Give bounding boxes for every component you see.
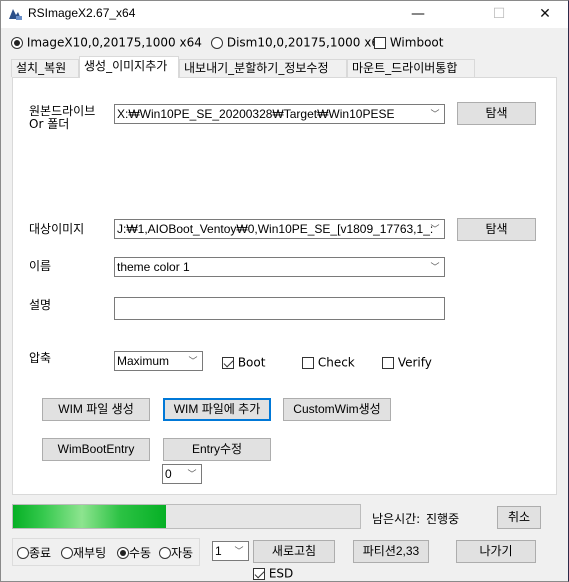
create-wim-button[interactable]: WIM 파일 생성 bbox=[42, 398, 150, 421]
tab-install-restore[interactable]: 설치_복원 bbox=[11, 59, 79, 77]
radio-indicator bbox=[61, 546, 73, 559]
progress-bar bbox=[12, 504, 361, 529]
radio-label: 재부팅 bbox=[73, 546, 107, 560]
count-value: 1 bbox=[215, 544, 222, 558]
verify-label: Verify bbox=[397, 355, 432, 370]
engine-dism-label: Dism10,0,20175,1000 x64 bbox=[226, 35, 387, 50]
append-wim-button[interactable]: WIM 파일에 추가 bbox=[163, 398, 271, 421]
remaining-time-value: 진행중 bbox=[426, 512, 460, 526]
maximize-button[interactable]: ☐ bbox=[476, 1, 522, 28]
name-combobox[interactable]: theme color 1 ﹀ bbox=[114, 257, 445, 277]
radio-indicator bbox=[159, 546, 171, 559]
source-label: 원본드라이브 Or 폴더 bbox=[29, 105, 95, 131]
wimboot-checkbox[interactable]: Wimboot bbox=[374, 35, 443, 50]
radio-label: 수동 bbox=[129, 546, 152, 560]
entry-edit-button[interactable]: Entry수정 bbox=[163, 438, 271, 461]
tab-panel bbox=[12, 77, 557, 495]
window-title: RSImageX2.67_x64 bbox=[28, 6, 136, 20]
chevron-down-icon: ﹀ bbox=[430, 262, 440, 272]
exit-button[interactable]: 나가기 bbox=[456, 540, 536, 563]
checkbox-indicator bbox=[382, 356, 394, 369]
engine-imagex-radio[interactable]: ImageX10,0,20175,1000 x64 bbox=[11, 35, 202, 50]
tab-create-append[interactable]: 생성_이미지추가 bbox=[79, 56, 179, 78]
target-combobox[interactable]: J:₩1,AIOBoot_Ventoy₩0,Win10PE_SE_[v1809_… bbox=[114, 219, 445, 239]
esd-checkbox[interactable]: ESD bbox=[253, 566, 293, 581]
verify-checkbox[interactable]: Verify bbox=[382, 355, 432, 370]
tab-mount-driver[interactable]: 마운트_드라이버통합 bbox=[347, 59, 475, 77]
after-reboot-radio[interactable]: 재부팅 bbox=[61, 544, 106, 561]
cancel-button[interactable]: 취소 bbox=[497, 506, 541, 529]
source-label-line2: Or 폴더 bbox=[29, 117, 70, 131]
entry-index-value: 0 bbox=[165, 467, 172, 481]
checkbox-indicator bbox=[374, 36, 386, 49]
radio-indicator bbox=[117, 546, 129, 559]
checkbox-indicator bbox=[253, 567, 265, 580]
check-label: Check bbox=[317, 355, 355, 370]
custom-wim-button[interactable]: CustomWim생성 bbox=[283, 398, 391, 421]
maximize-icon: ☐ bbox=[492, 6, 506, 22]
chevron-down-icon: ﹀ bbox=[430, 109, 440, 119]
minimize-icon: — bbox=[411, 6, 425, 22]
wimboot-entry-button[interactable]: WimBootEntry bbox=[42, 438, 150, 461]
app-icon bbox=[9, 9, 22, 20]
close-button[interactable]: ✕ bbox=[522, 1, 568, 28]
progress-fill bbox=[13, 505, 166, 528]
radio-indicator bbox=[11, 36, 23, 49]
name-label: 이름 bbox=[29, 259, 52, 273]
check-checkbox[interactable]: Check bbox=[302, 355, 355, 370]
after-auto-radio[interactable]: 자동 bbox=[159, 544, 193, 561]
description-label: 설명 bbox=[29, 298, 52, 312]
description-input[interactable] bbox=[114, 297, 445, 320]
tab-label: 설치_복원 bbox=[16, 61, 67, 75]
chevron-down-icon: ﹀ bbox=[187, 469, 197, 479]
refresh-button[interactable]: 새로고침 bbox=[253, 540, 335, 563]
count-combobox[interactable]: 1 ﹀ bbox=[212, 541, 249, 561]
engine-dism-radio[interactable]: Dism10,0,20175,1000 x64 bbox=[211, 35, 387, 50]
entry-index-combobox[interactable]: 0 ﹀ bbox=[162, 464, 202, 484]
after-shutdown-radio[interactable]: 종료 bbox=[17, 544, 51, 561]
wimboot-label: Wimboot bbox=[389, 35, 444, 50]
after-manual-radio[interactable]: 수동 bbox=[117, 544, 151, 561]
source-combobox[interactable]: X:₩Win10PE_SE_20200328₩Target₩Win10PESE … bbox=[114, 104, 445, 124]
radio-label: 자동 bbox=[171, 546, 194, 560]
remaining-time-label: 남은시간: bbox=[372, 512, 421, 526]
source-value: X:₩Win10PE_SE_20200328₩Target₩Win10PESE bbox=[117, 107, 395, 121]
boot-checkbox[interactable]: Boot bbox=[222, 355, 265, 370]
name-value: theme color 1 bbox=[117, 260, 190, 274]
checkbox-indicator bbox=[302, 356, 314, 369]
app-window: RSImageX2.67_x64 — ☐ ✕ ImageX10,0,20175,… bbox=[0, 0, 569, 582]
source-browse-button[interactable]: 탐색 bbox=[457, 102, 536, 125]
radio-indicator bbox=[17, 546, 29, 559]
minimize-button[interactable]: — bbox=[395, 1, 441, 28]
chevron-down-icon: ﹀ bbox=[234, 546, 244, 556]
compression-combobox[interactable]: Maximum ﹀ bbox=[114, 351, 203, 371]
compression-value: Maximum bbox=[117, 354, 170, 368]
chevron-down-icon: ﹀ bbox=[430, 224, 440, 234]
chevron-down-icon: ﹀ bbox=[188, 356, 198, 366]
boot-label: Boot bbox=[237, 355, 266, 370]
target-value: J:₩1,AIOBoot_Ventoy₩0,Win10PE_SE_[v1809_… bbox=[117, 222, 434, 236]
radio-indicator bbox=[211, 36, 223, 49]
tab-label: 내보내기_분할하기_정보수정 bbox=[184, 61, 329, 75]
esd-label: ESD bbox=[268, 566, 294, 581]
target-label: 대상이미지 bbox=[29, 222, 85, 236]
title-bar: RSImageX2.67_x64 — ☐ ✕ bbox=[1, 1, 568, 28]
tab-label: 마운트_드라이버통합 bbox=[352, 61, 458, 75]
radio-label: 종료 bbox=[29, 546, 52, 560]
engine-imagex-label: ImageX10,0,20175,1000 x64 bbox=[26, 35, 202, 50]
target-browse-button[interactable]: 탐색 bbox=[457, 218, 536, 241]
close-icon: ✕ bbox=[539, 6, 551, 22]
tab-label: 생성_이미지추가 bbox=[84, 59, 168, 73]
checkbox-indicator bbox=[222, 356, 234, 369]
compression-label: 압축 bbox=[29, 351, 52, 365]
tab-export-split-info[interactable]: 내보내기_분할하기_정보수정 bbox=[179, 59, 347, 77]
partition-button[interactable]: 파티션2,33 bbox=[353, 540, 429, 563]
